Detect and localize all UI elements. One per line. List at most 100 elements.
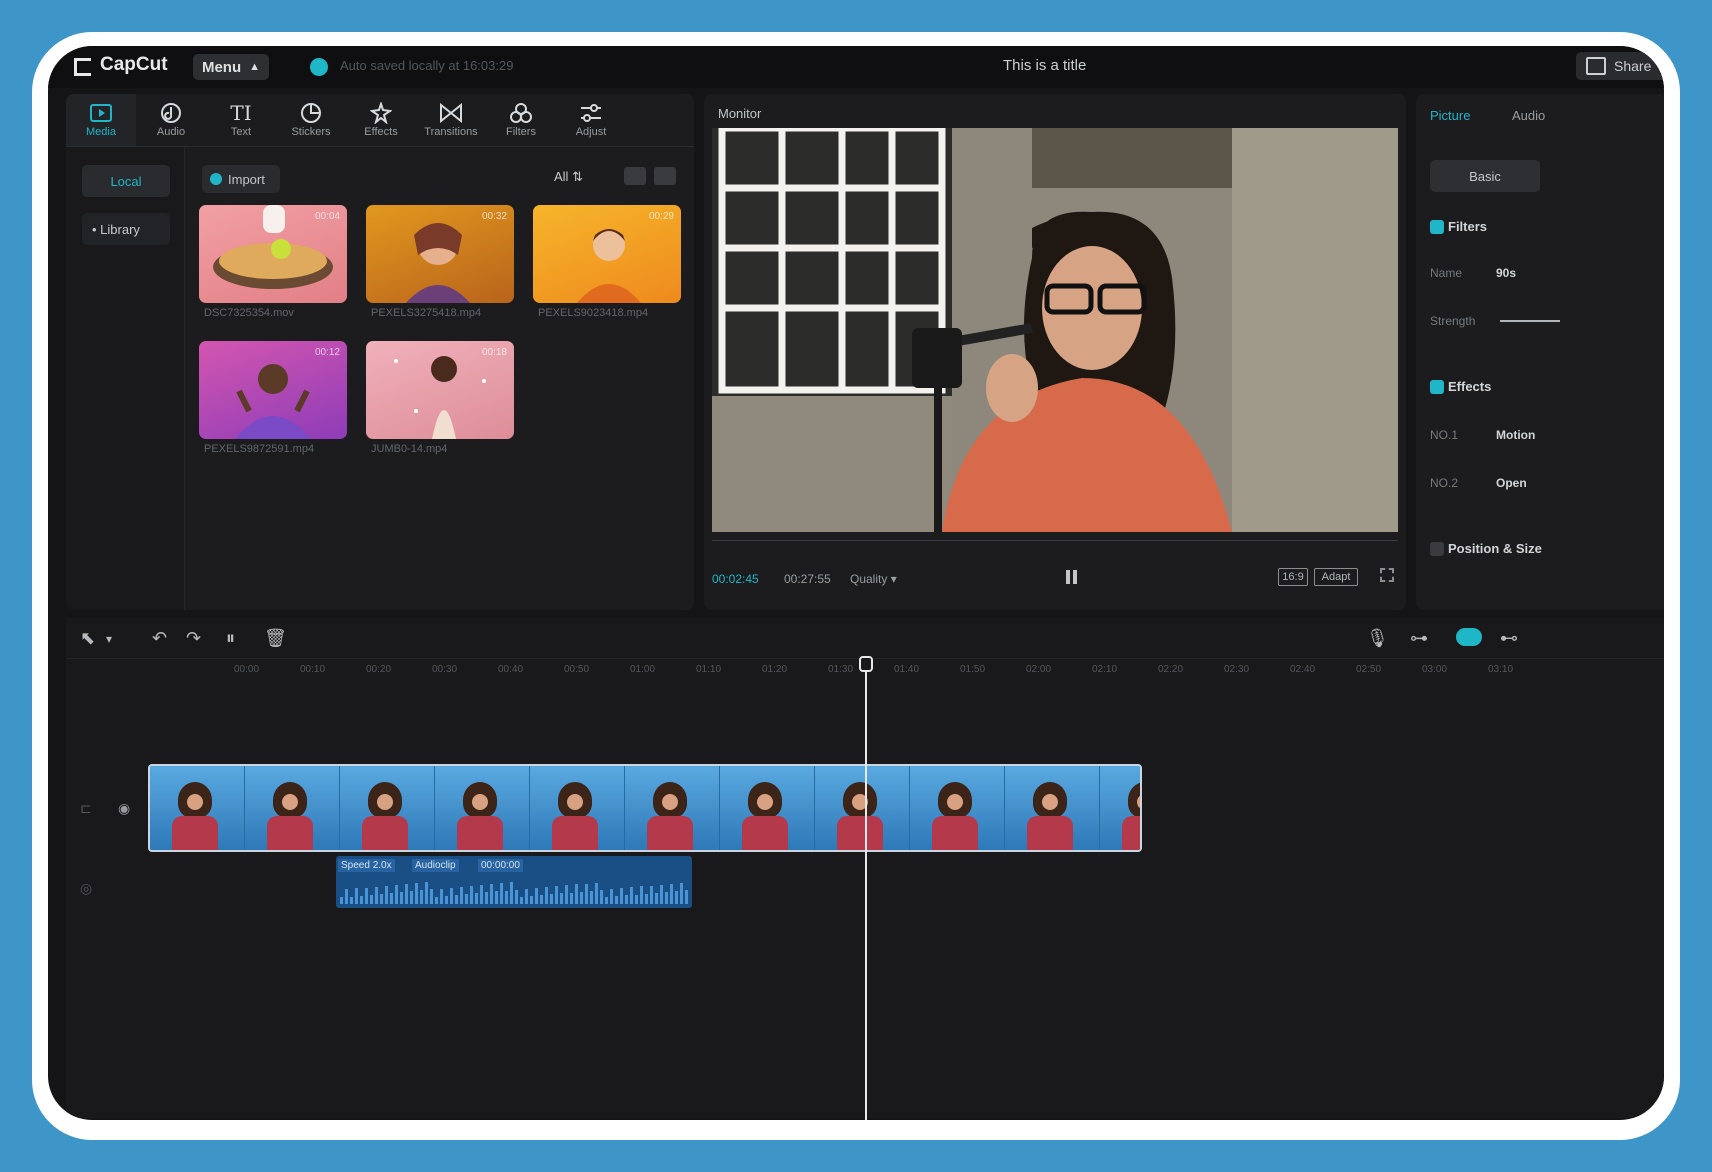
audio-time-label: 00:00:00 [478,859,523,872]
quality-dropdown[interactable]: Quality ▾ [850,572,897,586]
audio-waveform [340,882,688,904]
waveform-bar [415,883,418,904]
audio-track-icon[interactable]: ◎ [80,880,92,897]
waveform-bar [505,890,508,904]
media-thumbnail[interactable]: 00:29 [533,205,681,303]
fullscreen-icon[interactable] [1380,568,1394,582]
tab-effects[interactable]: Effects [346,94,416,146]
split-icon[interactable]: ⏸ [226,628,235,649]
waveform-bar [340,897,343,904]
current-timecode: 00:02:45 [712,572,759,586]
filters-icon [509,102,533,124]
waveform-bar [380,893,383,904]
waveform-bar [350,896,353,904]
adjust-icon [579,102,603,124]
menu-button[interactable]: Menu ▲ [193,54,269,80]
effect-2-value[interactable]: Open [1496,476,1527,490]
thumbnail-duration: 00:12 [314,347,340,358]
sidebar-item-local[interactable]: Local [82,165,170,197]
aspect-ratio-button[interactable]: 16:9 [1278,568,1308,586]
media-thumbnail[interactable]: 00:04 [199,205,347,303]
ruler-tick: 01:30 [828,664,854,675]
tab-stickers-label: Stickers [291,126,331,138]
link-icon[interactable]: ⊶ [1410,628,1428,649]
media-thumbnail[interactable]: 00:32 [366,205,514,303]
tab-stickers[interactable]: Stickers [276,94,346,146]
thumbnail-filename: JUMB0-14.mp4 [371,443,448,455]
adapt-button[interactable]: Adapt [1314,568,1358,586]
basic-button[interactable]: Basic [1430,160,1540,192]
filter-label: All [554,169,569,184]
app-logo: CapCut [72,54,168,76]
pause-icon[interactable] [1066,570,1078,584]
waveform-bar [590,890,593,904]
grid-view-icon[interactable] [654,167,676,185]
ruler-tick: 02:10 [1092,664,1118,675]
select-tool-icon[interactable]: ⬉ [80,628,95,649]
waveform-bar [645,893,648,904]
undo-icon[interactable]: ↶ [152,628,167,649]
tab-audio-inspector[interactable]: Audio [1512,108,1545,123]
filters-checkbox[interactable] [1430,220,1444,234]
media-thumbnail[interactable]: 00:18 [366,341,514,439]
media-thumbnail[interactable]: 00:12 [199,341,347,439]
waveform-bar [455,894,458,904]
playhead[interactable] [865,656,867,1120]
playhead-handle[interactable] [859,656,873,672]
ruler-tick: 00:10 [300,664,326,675]
project-title[interactable]: This is a title [1003,57,1086,74]
import-button[interactable]: Import [202,165,280,193]
filter-name-value[interactable]: 90s [1496,266,1516,280]
tab-transitions[interactable]: Transitions [416,94,486,146]
microphone-icon[interactable]: 🎙 [1366,628,1389,649]
waveform-bar [615,896,618,904]
magnet-toggle[interactable] [1456,628,1482,646]
chevron-up-icon: ▲ [249,61,261,73]
transitions-icon [439,102,463,124]
chevron-down-icon[interactable]: ▾ [106,632,112,646]
delete-icon[interactable]: 🗑 [264,628,287,649]
ruler-tick: 00:50 [564,664,590,675]
video-clip[interactable] [148,764,1142,852]
waveform-bar [440,888,443,904]
list-view-icon[interactable] [624,167,646,185]
preview-axis-icon[interactable]: ⊷ [1500,628,1518,649]
waveform-bar [555,886,558,904]
position-heading: Position & Size [1448,541,1542,556]
tab-picture[interactable]: Picture [1430,108,1470,123]
app-name: CapCut [100,54,168,75]
ruler-tick: 01:10 [696,664,722,675]
waveform-bar [640,886,643,904]
filter-dropdown[interactable]: All ⇅ [554,169,583,185]
effects-checkbox[interactable] [1430,380,1444,394]
waveform-bar [490,884,493,904]
strength-slider[interactable] [1500,320,1560,322]
waveform-bar [625,895,628,904]
waveform-bar [530,896,533,904]
thumbnail-filename: PEXELS9023418.mp4 [538,307,649,319]
filter-name-label: Name [1430,266,1463,280]
track-visibility-icon[interactable]: ◉ [118,800,130,817]
share-button[interactable]: Share [1576,52,1664,80]
effect-1-value[interactable]: Motion [1496,428,1535,442]
redo-icon[interactable]: ↷ [186,628,201,649]
position-checkbox[interactable] [1430,542,1444,556]
audio-clip[interactable]: Speed 2.0x Audioclip 00:00:00 [336,856,692,908]
thumbnail-duration: 00:32 [481,211,507,222]
menu-label: Menu [201,58,242,76]
tab-media[interactable]: Media [66,94,136,146]
media-body: Local • Library Import All ⇅ 00:04 DSC73… [66,146,694,610]
waveform-bar [400,892,403,904]
preview-scrubber[interactable] [712,540,1398,555]
ruler-tick: 02:30 [1224,664,1250,675]
capcut-logo-icon [72,56,94,76]
tab-text[interactable]: TI Text [206,94,276,146]
tab-filters[interactable]: Filters [486,94,556,146]
track-lock-icon[interactable]: ⊏ [80,800,92,817]
clip-frame [910,766,1005,850]
inspector-panel: Picture Audio Basic Filters Name 90s Str… [1416,94,1664,610]
video-preview[interactable] [712,128,1398,532]
tab-audio[interactable]: Audio [136,94,206,146]
tab-adjust[interactable]: Adjust [556,94,626,146]
sidebar-item-library[interactable]: • Library [82,213,170,245]
